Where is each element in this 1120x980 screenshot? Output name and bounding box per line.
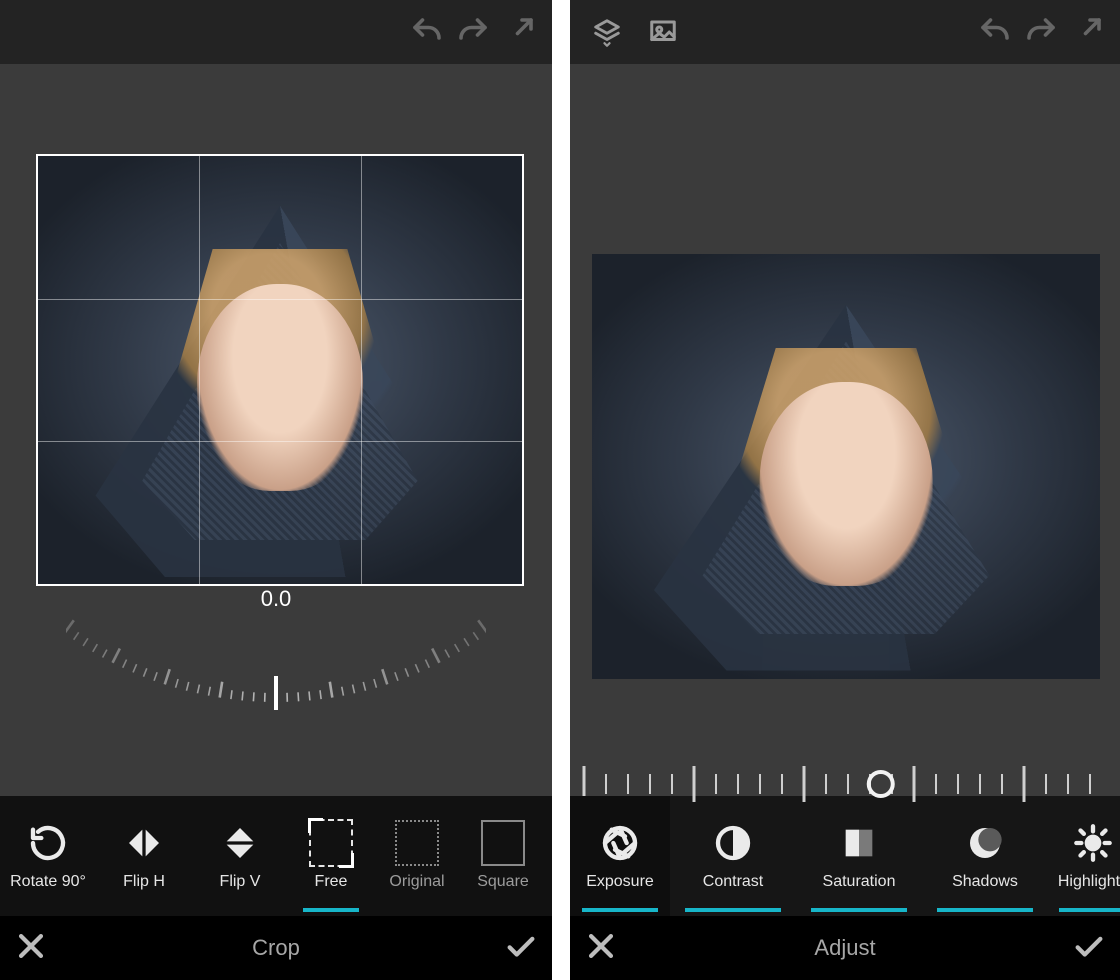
tool-label: Contrast xyxy=(703,873,763,891)
flip-v-button[interactable]: Flip V xyxy=(192,796,288,916)
saturation-icon xyxy=(837,821,881,865)
topbar xyxy=(570,0,1120,64)
aspect-original-button[interactable]: Original xyxy=(374,796,460,916)
redo-icon[interactable] xyxy=(450,9,496,55)
crop-handle-br[interactable] xyxy=(502,564,524,586)
topbar xyxy=(0,0,552,64)
undo-icon[interactable] xyxy=(404,9,450,55)
selection-underline xyxy=(582,908,658,912)
canvas xyxy=(570,64,1120,796)
saturation-button[interactable]: Saturation xyxy=(796,796,922,916)
crop-handle-tr[interactable] xyxy=(502,154,524,176)
crop-handle-tl[interactable] xyxy=(36,154,58,176)
compare-icon[interactable] xyxy=(640,9,686,55)
fullscreen-icon[interactable] xyxy=(1064,9,1110,55)
tool-label: Rotate 90° xyxy=(10,873,86,891)
canvas: 0.0 xyxy=(0,64,552,796)
mode-title: Crop xyxy=(252,935,300,961)
mode-title: Adjust xyxy=(814,935,875,961)
tool-label: Exposure xyxy=(586,873,654,891)
aspect-free-button[interactable]: Free xyxy=(288,796,374,916)
aspect-free-icon xyxy=(309,821,353,865)
contrast-icon xyxy=(711,821,755,865)
rotate-90-button[interactable]: Rotate 90° xyxy=(0,796,96,916)
tool-label: Saturation xyxy=(823,873,896,891)
shadows-icon xyxy=(963,821,1007,865)
crop-handle-bl[interactable] xyxy=(36,564,58,586)
fullscreen-icon[interactable] xyxy=(496,9,542,55)
rotation-dial[interactable]: 0.0 xyxy=(66,602,486,722)
aspect-original-icon xyxy=(395,821,439,865)
tool-label: Flip V xyxy=(220,873,261,891)
tool-label: Original xyxy=(389,873,444,891)
aperture-icon xyxy=(598,821,642,865)
photo-preview[interactable] xyxy=(36,154,524,586)
crop-toolbar: Rotate 90° Flip H Flip V Free xyxy=(0,796,552,916)
adjust-toolbar: Exposure Contrast Saturation xyxy=(570,796,1120,916)
bottom-bar: Crop xyxy=(0,916,552,980)
redo-icon[interactable] xyxy=(1018,9,1064,55)
cancel-button[interactable] xyxy=(584,929,618,968)
confirm-button[interactable] xyxy=(504,929,538,968)
highlights-icon xyxy=(1071,821,1115,865)
undo-icon[interactable] xyxy=(972,9,1018,55)
tool-label: Square xyxy=(477,873,529,891)
flip-v-icon xyxy=(218,821,262,865)
shadows-button[interactable]: Shadows xyxy=(922,796,1048,916)
exposure-button[interactable]: Exposure xyxy=(570,796,670,916)
contrast-button[interactable]: Contrast xyxy=(670,796,796,916)
aspect-square-icon xyxy=(481,821,525,865)
tool-label: Shadows xyxy=(952,873,1018,891)
selection-underline xyxy=(303,908,358,912)
photo-preview[interactable] xyxy=(592,254,1100,679)
tool-label: Flip H xyxy=(123,873,165,891)
flip-h-icon xyxy=(122,821,166,865)
tool-label: Free xyxy=(315,873,348,891)
rotate-icon xyxy=(26,821,70,865)
crop-frame[interactable] xyxy=(36,154,524,586)
flip-h-button[interactable]: Flip H xyxy=(96,796,192,916)
cancel-button[interactable] xyxy=(14,929,48,968)
bottom-bar: Adjust xyxy=(570,916,1120,980)
adjust-screen: Exposure Contrast Saturation xyxy=(570,0,1120,980)
layers-icon[interactable] xyxy=(584,9,630,55)
tool-label: Highlights xyxy=(1058,873,1120,891)
confirm-button[interactable] xyxy=(1072,929,1106,968)
aspect-square-button[interactable]: Square xyxy=(460,796,546,916)
crop-screen: 0.0 Rotate 90° Flip H Flip xyxy=(0,0,552,980)
highlights-button[interactable]: Highlights xyxy=(1048,796,1120,916)
